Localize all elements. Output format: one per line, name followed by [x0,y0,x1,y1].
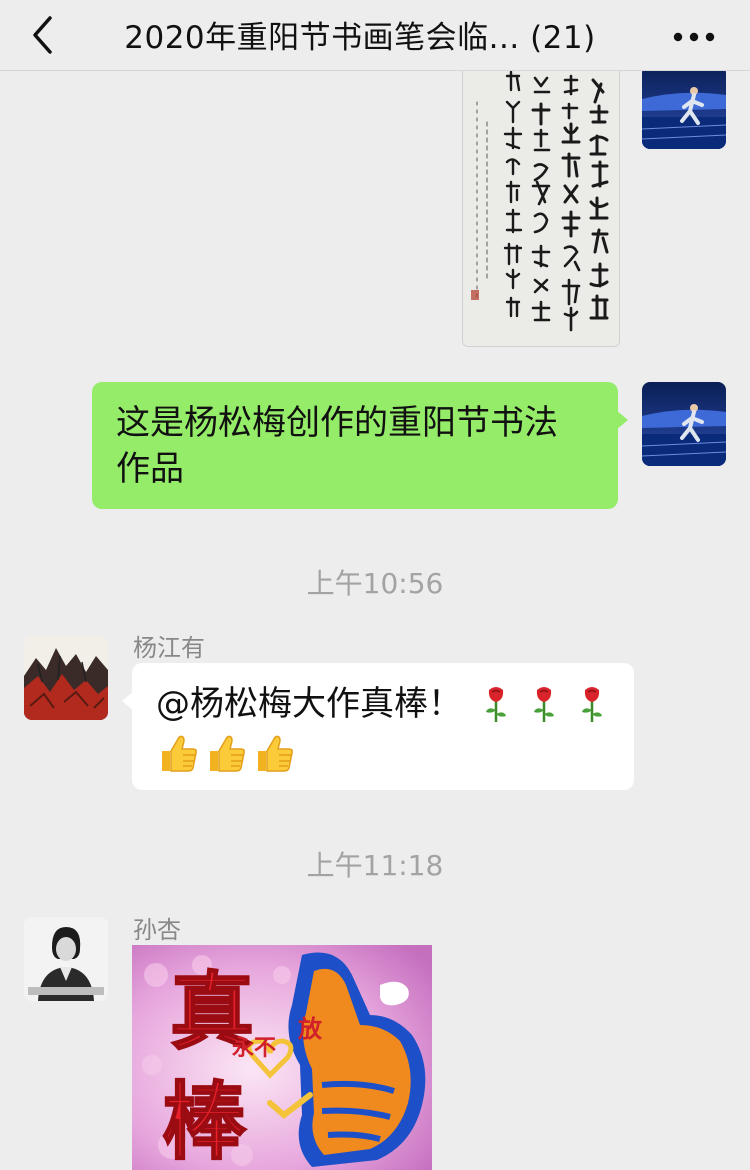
message-bubble-outgoing[interactable]: 这是杨松梅创作的重阳节书法 作品 [92,382,628,509]
bubble-tail [122,691,134,711]
timestamp: 上午10:56 [306,567,444,600]
sender-name: 杨江有 [133,634,205,662]
mountain-painting-avatar-image [24,636,108,720]
sender-avatar[interactable] [24,636,108,720]
sticker-text-bang: 棒 [162,1073,247,1170]
message-list[interactable]: 这是杨松梅创作的重阳节书法 作品 上午10:56 杨江有 @杨松梅大作真棒！ 上… [0,71,750,1170]
message-bubble-incoming[interactable]: @杨松梅大作真棒！ [122,663,634,790]
emoji-row [156,731,626,775]
runner-avatar-image [642,71,726,149]
sticker-text-small: 放 [297,1015,323,1043]
message-text-line: @杨松梅大作真棒！ [156,681,626,727]
message-image-calligraphy[interactable] [462,71,620,347]
message-sticker[interactable]: 真 棒 永不 放 [132,945,432,1170]
rose-emoji [486,687,506,722]
message-text: @杨松梅大作真棒！ [156,684,462,724]
more-dots-icon [673,32,715,42]
person-photo-avatar-image [24,917,108,1001]
chat-title: 2020年重阳节书画笔会临... (21) [124,20,596,56]
sender-avatar[interactable] [24,917,108,1001]
thumbs-up-sticker-image: 真 棒 永不 放 [132,945,432,1170]
message-text-line: 作品 [116,449,184,489]
thumbs-up-emoji [210,735,245,772]
timestamp: 上午11:18 [306,849,444,882]
my-avatar[interactable] [642,382,726,466]
sender-name: 孙杏 [133,916,181,944]
chevron-left-icon [33,16,52,54]
runner-avatar-image [642,382,726,466]
more-button[interactable] [672,28,716,42]
bubble-tail [616,410,628,430]
calligraphy-artwork [463,71,619,346]
message-text-line: 这是杨松梅创作的重阳节书法 [116,403,558,443]
rose-emoji [582,687,602,722]
my-avatar[interactable] [642,71,726,149]
back-button[interactable] [26,12,66,58]
sticker-text-small: 永不 [232,1035,276,1061]
thumbs-up-emoji [258,735,293,772]
thumbs-up-emoji [162,735,197,772]
chat-header: 2020年重阳节书画笔会临... (21) [0,0,750,71]
rose-emoji [534,687,554,722]
